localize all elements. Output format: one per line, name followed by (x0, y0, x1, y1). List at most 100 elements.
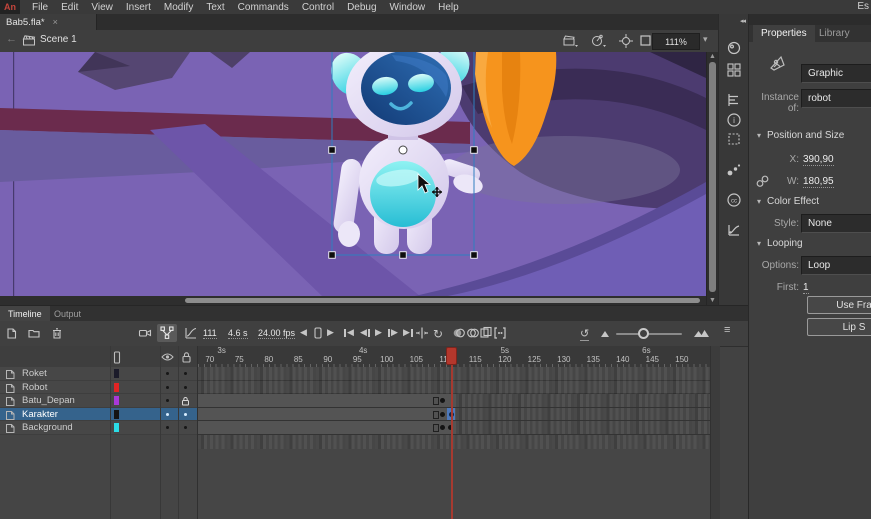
clip-content-button[interactable] (639, 34, 652, 47)
frame-span[interactable] (198, 421, 457, 434)
lip-syncing-button[interactable]: Lip S (807, 318, 871, 336)
layer-lock-toggle[interactable] (184, 386, 187, 389)
zoom-out-frames-icon[interactable] (600, 329, 614, 343)
center-frame-button[interactable] (415, 326, 429, 340)
new-layer-button[interactable] (5, 326, 19, 340)
layer-lock-toggle[interactable] (184, 413, 187, 416)
layer-lock-toggle[interactable] (184, 372, 187, 375)
tab-library[interactable]: Library (813, 25, 856, 42)
go-to-first-frame-button[interactable]: ◀ (344, 327, 354, 338)
position-size-section-header[interactable]: ▾ Position and Size (757, 130, 844, 141)
layer-row-Background[interactable]: Background (0, 421, 198, 435)
eye-column-icon[interactable] (161, 352, 174, 362)
zoom-chevron-down-icon[interactable]: ▾ (703, 34, 708, 45)
info-panel-icon[interactable]: i (726, 112, 742, 128)
menu-item-insert[interactable]: Insert (126, 2, 151, 13)
add-camera-button[interactable] (138, 326, 152, 340)
layer-visibility-toggle[interactable] (166, 413, 169, 416)
frame-rate-field[interactable]: 24.00 fps (258, 328, 295, 339)
new-folder-button[interactable] (27, 326, 41, 340)
stage-canvas[interactable] (0, 52, 706, 296)
reset-timeline-zoom-button[interactable]: ↺ (580, 327, 589, 341)
frame-span[interactable] (198, 408, 457, 421)
empty-frames[interactable] (456, 394, 710, 407)
track-row-Batu_Depan[interactable] (198, 394, 710, 408)
edit-scene-button[interactable] (563, 34, 579, 48)
brush-panel-icon[interactable] (726, 40, 742, 56)
edit-multiple-frames-button[interactable] (479, 326, 493, 340)
track-row-Background[interactable] (198, 421, 710, 435)
workspace-switcher[interactable]: Es (857, 1, 869, 12)
timeline-vertical-scrollbar[interactable] (710, 346, 720, 519)
timeline-zoom-slider[interactable] (616, 333, 682, 335)
document-tab[interactable]: Bab5.fla* × (0, 14, 97, 30)
loop-playback-button[interactable]: ↻ (433, 327, 443, 341)
x-value[interactable]: 390,90 (803, 154, 834, 166)
lock-column-icon[interactable] (181, 351, 192, 363)
instance-name-field[interactable]: robot (801, 89, 871, 108)
menu-item-edit[interactable]: Edit (61, 2, 78, 13)
layer-visibility-toggle[interactable] (166, 372, 169, 375)
particles-panel-icon[interactable] (726, 162, 742, 178)
show-graph-editor-button[interactable] (184, 326, 198, 340)
menu-item-text[interactable]: Text (206, 2, 224, 13)
delete-layer-button[interactable] (50, 326, 64, 340)
stage-zoom-select[interactable]: 111% (652, 33, 700, 50)
layer-visibility-toggle[interactable] (166, 386, 169, 389)
go-to-last-frame-button[interactable]: ▶ (403, 327, 413, 338)
step-back-button[interactable]: ◀ (300, 327, 307, 338)
layer-row-Batu_Depan[interactable]: Batu_Depan (0, 394, 198, 408)
empty-frames[interactable] (456, 408, 710, 421)
empty-grid-row[interactable] (198, 435, 710, 449)
tab-timeline[interactable]: Timeline (0, 306, 50, 321)
layer-row-Karakter[interactable]: Karakter (0, 408, 198, 422)
menu-item-view[interactable]: View (91, 2, 113, 13)
collapse-panels-icon[interactable]: ◂◂ (740, 17, 745, 25)
track-row-Karakter[interactable] (198, 408, 710, 422)
layer-outline-color[interactable] (114, 423, 119, 432)
menu-item-help[interactable]: Help (438, 2, 459, 13)
onion-skin-button[interactable] (452, 326, 466, 340)
layer-locked-icon[interactable] (181, 396, 190, 406)
zoom-in-frames-icon[interactable] (694, 328, 708, 342)
horizontal-scrollbar[interactable] (0, 296, 706, 305)
scroll-down-icon[interactable]: ▼ (709, 297, 716, 304)
menu-item-debug[interactable]: Debug (347, 2, 376, 13)
show-parenting-view-button[interactable] (157, 324, 177, 342)
style-dropdown[interactable]: None (801, 214, 871, 233)
layer-outline-color[interactable] (114, 396, 119, 405)
history-graph-panel-icon[interactable] (726, 222, 742, 238)
menu-item-window[interactable]: Window (390, 2, 426, 13)
outline-color-column-icon[interactable] (113, 351, 121, 364)
layer-row-Roket[interactable]: Roket (0, 367, 198, 381)
layer-visibility-toggle[interactable] (166, 399, 169, 402)
play-button[interactable]: ▶ (375, 327, 382, 338)
w-value[interactable]: 180,95 (803, 176, 834, 188)
menu-item-control[interactable]: Control (302, 2, 334, 13)
align-panel-icon[interactable] (726, 92, 742, 108)
close-tab-icon[interactable]: × (53, 17, 58, 27)
timeline-panel-menu-icon[interactable]: ≡ (724, 324, 730, 336)
next-frame-button[interactable]: ▶ (388, 327, 398, 338)
empty-frames[interactable] (456, 421, 710, 434)
looping-section-header[interactable]: ▾ Looping (757, 238, 803, 249)
first-frame-value[interactable]: 1 (803, 282, 809, 294)
playhead[interactable] (446, 347, 457, 365)
loop-options-dropdown[interactable]: Loop (801, 256, 871, 275)
onion-skin-outlines-button[interactable] (466, 326, 480, 340)
timeline-zoom-slider-knob[interactable] (638, 328, 649, 339)
back-arrow-icon[interactable]: ← (6, 33, 17, 45)
tab-output[interactable]: Output (46, 306, 89, 321)
elapsed-time-field[interactable]: 4.6 s (228, 328, 248, 339)
previous-frame-button[interactable]: ◀ (360, 327, 370, 338)
track-row-Roket[interactable] (198, 367, 710, 381)
color-effect-section-header[interactable]: ▾ Color Effect (757, 196, 819, 207)
menu-item-modify[interactable]: Modify (164, 2, 193, 13)
edit-symbols-button[interactable] (591, 34, 607, 48)
menu-item-file[interactable]: File (32, 2, 48, 13)
scroll-up-icon[interactable]: ▲ (709, 53, 716, 60)
layer-lock-toggle[interactable] (184, 426, 187, 429)
layer-visibility-toggle[interactable] (166, 426, 169, 429)
layer-outline-color[interactable] (114, 410, 119, 419)
modify-markers-button[interactable] (493, 326, 507, 340)
